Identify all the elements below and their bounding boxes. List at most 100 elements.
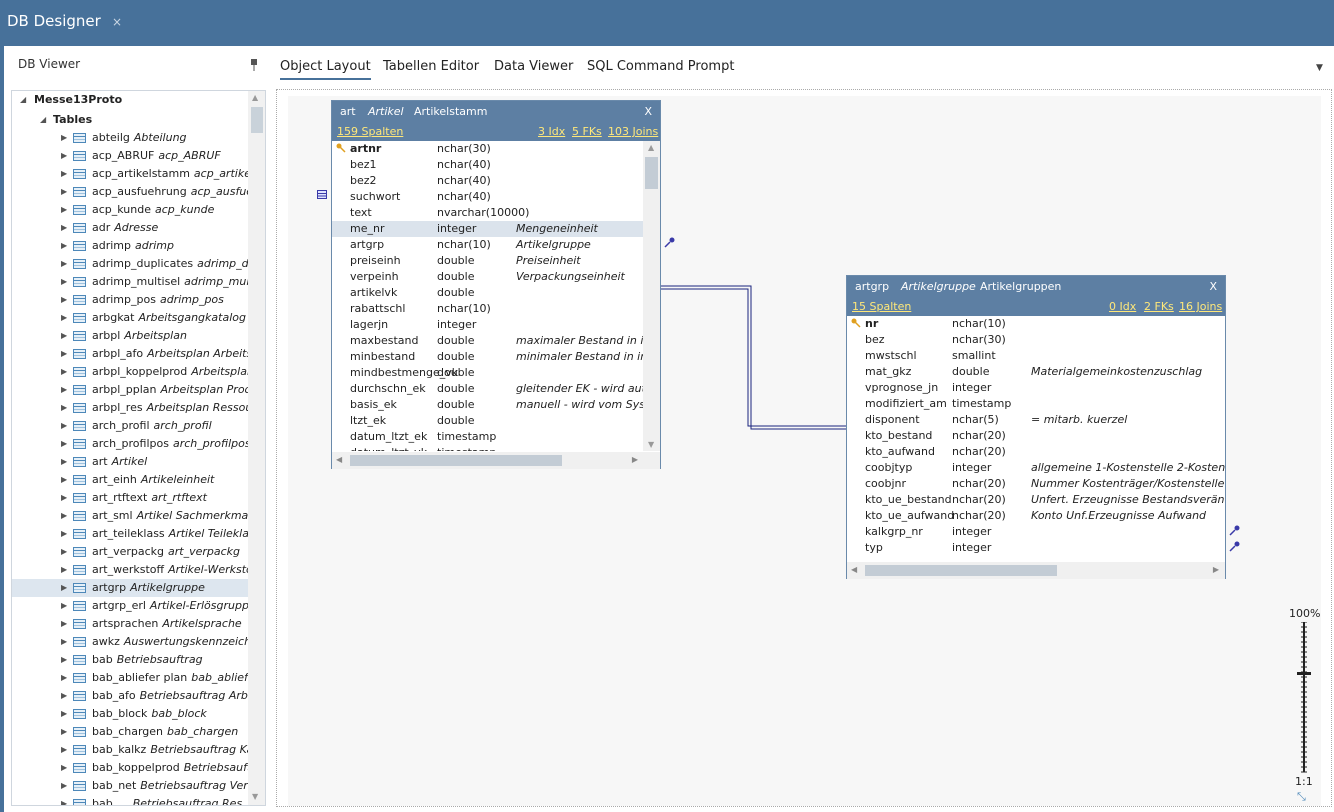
- column-row[interactable]: modifiziert_am timestamp: [847, 396, 1225, 412]
- column-row[interactable]: preiseinh double Preiseinheit: [332, 253, 643, 269]
- column-desc: gleitender EK - wird autom: [516, 382, 643, 395]
- scroll-left-icon[interactable]: ◀: [851, 565, 857, 574]
- fks-link[interactable]: 5 FKs: [572, 123, 602, 141]
- column-row[interactable]: datum_ltzt_vk timestamp: [332, 445, 643, 451]
- column-row[interactable]: maxbestand double maximaler Bestand in int…: [332, 333, 643, 349]
- scroll-down-icon[interactable]: ▼: [648, 440, 654, 449]
- table-alias: Artikelgruppe: [901, 280, 976, 293]
- column-row[interactable]: nr nchar(10): [847, 316, 1225, 332]
- columns-link[interactable]: 15 Spalten: [852, 298, 911, 316]
- fit-to-screen-icon[interactable]: ⤡: [1297, 790, 1306, 804]
- column-row[interactable]: mwstschl smallint: [847, 348, 1225, 364]
- table-name: artgrp: [855, 280, 890, 293]
- column-type: double: [437, 350, 475, 363]
- column-row[interactable]: kto_ue_aufwand nchar(20) Konto Unf.Erzeugn…: [847, 508, 1225, 524]
- fk-key-icon[interactable]: [664, 237, 675, 251]
- column-row[interactable]: suchwort nchar(40): [332, 189, 643, 205]
- column-type: timestamp: [437, 445, 496, 451]
- scroll-left-icon[interactable]: ◀: [336, 455, 342, 464]
- column-row[interactable]: bez2 nchar(40): [332, 173, 643, 189]
- scroll-up-icon[interactable]: ▲: [648, 143, 654, 152]
- column-row[interactable]: kto_bestand nchar(20): [847, 428, 1225, 444]
- scroll-thumb[interactable]: [645, 157, 658, 189]
- column-name: suchwort: [350, 190, 401, 203]
- table-box-art[interactable]: art Artikel Artikelstamm X 159 Spalten 3…: [331, 100, 661, 469]
- column-desc: Preiseinheit: [516, 254, 581, 267]
- column-row[interactable]: bez nchar(30): [847, 332, 1225, 348]
- column-row[interactable]: coobjtyp integer allgemeine 1-Kostenstelle…: [847, 460, 1225, 476]
- column-type: smallint: [952, 349, 996, 362]
- column-row[interactable]: ltzt_ek double: [332, 413, 643, 429]
- column-row[interactable]: artikelvk double: [332, 285, 643, 301]
- column-row[interactable]: typ integer: [847, 540, 1225, 556]
- column-row[interactable]: lagerjn integer: [332, 317, 643, 333]
- column-row[interactable]: basis_ek double manuell - wird vom System: [332, 397, 643, 413]
- column-row[interactable]: bez1 nchar(40): [332, 157, 643, 173]
- horizontal-scrollbar[interactable]: ◀ ▶: [847, 562, 1225, 579]
- column-type: nchar(10): [437, 302, 491, 315]
- scroll-thumb[interactable]: [865, 565, 1057, 576]
- column-name: mat_gkz: [865, 365, 912, 378]
- column-type: nchar(30): [952, 333, 1006, 346]
- fk-key-icon[interactable]: [1229, 525, 1240, 539]
- zoom-slider[interactable]: [1296, 622, 1312, 774]
- fks-link[interactable]: 2 FKs: [1144, 298, 1174, 316]
- column-desc: minimaler Bestand in inter: [516, 350, 643, 363]
- column-type: nchar(20): [952, 477, 1006, 490]
- column-row[interactable]: mindbestmenge_vk double: [332, 365, 643, 381]
- column-row[interactable]: me_nr integer Mengeneinheit: [332, 221, 643, 237]
- column-name: rabattschl: [350, 302, 406, 315]
- column-row[interactable]: vprognose_jn integer: [847, 380, 1225, 396]
- column-row[interactable]: disponent nchar(5) = mitarb. kuerzel: [847, 412, 1225, 428]
- column-row[interactable]: minbestand double minimaler Bestand in int…: [332, 349, 643, 365]
- column-row[interactable]: kto_ue_bestand nchar(20) Unfert. Erzeugnis…: [847, 492, 1225, 508]
- index-link[interactable]: 0 Idx: [1109, 298, 1136, 316]
- column-row[interactable]: artnr nchar(30): [332, 141, 643, 157]
- column-desc: Verpackungseinheit: [516, 270, 625, 283]
- table-box-artgrp[interactable]: artgrp Artikelgruppe Artikelgruppen X 15…: [846, 275, 1226, 579]
- column-row[interactable]: kalkgrp_nr integer: [847, 524, 1225, 540]
- column-name: ltzt_ek: [350, 414, 387, 427]
- close-table-button[interactable]: X: [1209, 276, 1217, 298]
- horizontal-scrollbar[interactable]: ◀ ▶: [332, 452, 660, 469]
- scroll-thumb[interactable]: [350, 455, 562, 466]
- column-desc: Mengeneinheit: [516, 222, 598, 235]
- table-header[interactable]: art Artikel Artikelstamm X: [332, 101, 660, 123]
- fk-key-icon[interactable]: [1229, 541, 1240, 555]
- index-link[interactable]: 3 Idx: [538, 123, 565, 141]
- scroll-right-icon[interactable]: ▶: [1213, 565, 1219, 574]
- column-type: nchar(40): [437, 158, 491, 171]
- column-scrollbar[interactable]: ▲ ▼: [643, 141, 660, 451]
- table-ref-icon[interactable]: [317, 190, 329, 203]
- column-row[interactable]: coobjnr nchar(20) Nummer Kostenträger/Kost…: [847, 476, 1225, 492]
- column-name: kalkgrp_nr: [865, 525, 923, 538]
- column-row[interactable]: datum_ltzt_ek timestamp: [332, 429, 643, 445]
- table-header[interactable]: artgrp Artikelgruppe Artikelgruppen X: [847, 276, 1225, 298]
- table-desc: Artikelstamm: [414, 105, 488, 118]
- column-row[interactable]: text nvarchar(10000): [332, 205, 643, 221]
- column-name: verpeinh: [350, 270, 399, 283]
- columns-link[interactable]: 159 Spalten: [337, 123, 403, 141]
- column-row[interactable]: mat_gkz double Materialgemeinkostenzuschla…: [847, 364, 1225, 380]
- table-alias: Artikel: [368, 105, 404, 118]
- column-row[interactable]: artgrp nchar(10) Artikelgruppe: [332, 237, 643, 253]
- column-name: basis_ek: [350, 398, 397, 411]
- column-row[interactable]: verpeinh double Verpackungseinheit: [332, 269, 643, 285]
- column-row[interactable]: kto_aufwand nchar(20): [847, 444, 1225, 460]
- column-name: preiseinh: [350, 254, 401, 267]
- column-name: artikelvk: [350, 286, 398, 299]
- relation-line-art-artgrp: [660, 285, 846, 430]
- close-table-button[interactable]: X: [644, 101, 652, 123]
- column-row[interactable]: rabattschl nchar(10): [332, 301, 643, 317]
- joins-link[interactable]: 103 Joins: [608, 123, 658, 141]
- scroll-right-icon[interactable]: ▶: [632, 455, 638, 464]
- column-row[interactable]: durchschn_ek double gleitender EK - wird a…: [332, 381, 643, 397]
- column-list[interactable]: artnr nchar(30) bez1 nchar(40) bez2 nchar(40)…: [332, 141, 643, 451]
- zoom-reset-label[interactable]: 1:1: [1295, 775, 1313, 788]
- column-name: maxbestand: [350, 334, 419, 347]
- column-list[interactable]: nr nchar(10) bez nchar(30) mwstschl smallint m…: [847, 316, 1225, 562]
- joins-link[interactable]: 16 Joins: [1179, 298, 1222, 316]
- column-name: artgrp: [350, 238, 385, 251]
- column-name: kto_bestand: [865, 429, 933, 442]
- column-type: nchar(10): [437, 238, 491, 251]
